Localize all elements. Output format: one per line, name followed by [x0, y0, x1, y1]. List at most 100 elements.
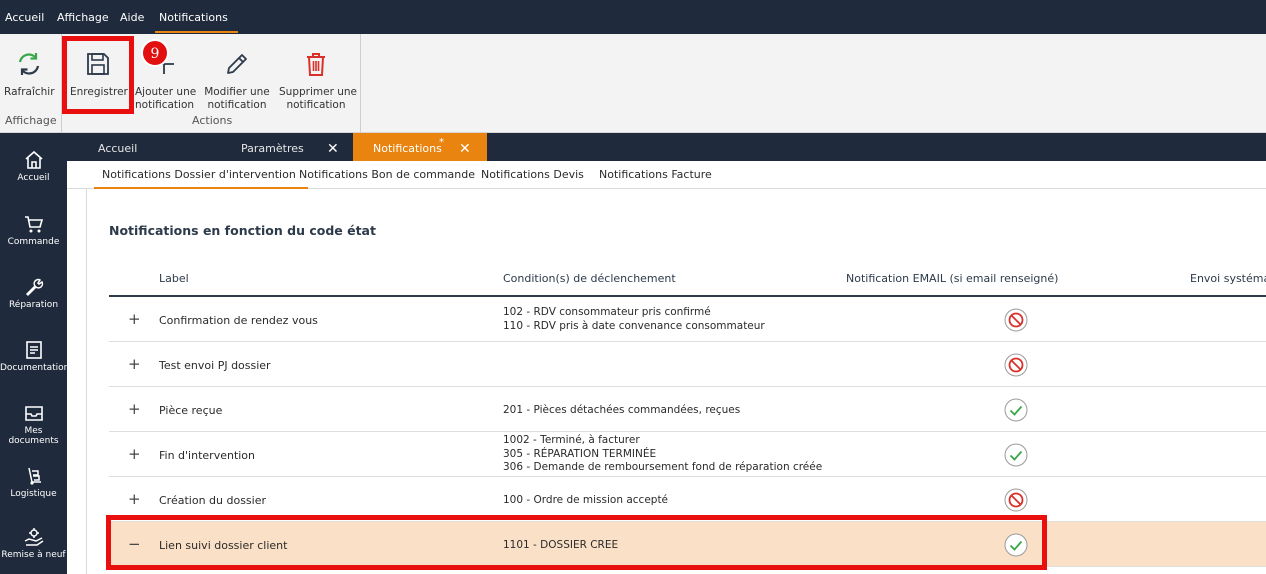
sidebar-label: Mes documents: [8, 426, 59, 446]
cart-icon: [24, 216, 43, 233]
row-conditions: 102 - RDV consommateur pris confirmé 110…: [503, 306, 765, 333]
home-icon: [24, 150, 43, 169]
section-title: Notifications en fonction du code état: [109, 223, 376, 238]
tab-label: Notifications: [373, 142, 442, 155]
condition-item: 306 - Demande de remboursement fond de r…: [503, 461, 823, 473]
email-enabled-icon[interactable]: [1004, 443, 1028, 467]
sidebar-item-accueil[interactable]: Accueil: [0, 149, 67, 183]
expand-icon[interactable]: +: [128, 402, 141, 417]
row-label: Confirmation de rendez vous: [159, 314, 318, 327]
document-tab-strip: Accueil Paramètres ✕ Notifications * ✕: [67, 133, 1266, 161]
pencil-icon: [227, 54, 247, 74]
hand-gear-icon: [24, 528, 43, 546]
sidebar-label: Accueil: [17, 173, 50, 183]
menu-aide[interactable]: Aide: [120, 0, 144, 34]
hand-truck-icon: [27, 467, 41, 485]
table-row[interactable]: + Fin d'intervention 1002 - Terminé, à f…: [109, 432, 1266, 477]
subtab-devis[interactable]: Notifications Devis: [481, 168, 584, 181]
ribbon-group-separator: [360, 34, 361, 133]
table-row-selected[interactable]: − Lien suivi dossier client 1101 - DOSSI…: [109, 522, 1266, 567]
table-row[interactable]: + Test envoi PJ dossier: [109, 342, 1266, 387]
expand-icon[interactable]: +: [128, 357, 141, 372]
column-header-email[interactable]: Notification EMAIL (si email renseigné): [846, 272, 1058, 285]
expand-icon[interactable]: +: [128, 492, 141, 507]
add-label-line2: notification: [135, 99, 195, 111]
condition-item: 100 - Ordre de mission accepté: [503, 494, 669, 506]
tab-parametres[interactable]: Paramètres ✕: [207, 133, 353, 161]
email-disabled-icon[interactable]: [1004, 308, 1028, 332]
column-header-label[interactable]: Label: [159, 272, 189, 285]
sidebar-item-documentation[interactable]: Documentation: [0, 339, 70, 373]
top-menu-bar: Accueil Affichage Aide Notifications: [0, 0, 1266, 34]
expand-icon[interactable]: +: [128, 312, 141, 327]
condition-item: 201 - Pièces détachées commandées, reçue…: [503, 404, 741, 416]
column-header-envoi[interactable]: Envoi systémati: [1190, 272, 1266, 285]
delete-notification-button[interactable]: Supprimer une notification: [279, 42, 357, 112]
add-label-line1: Ajouter une: [135, 86, 197, 98]
sidebar-item-logistique[interactable]: Logistique: [0, 465, 67, 499]
sidebar-item-remise-a-neuf[interactable]: Remise à neuf: [0, 526, 67, 560]
sidebar-item-commande[interactable]: Commande: [0, 213, 67, 247]
email-disabled-icon[interactable]: [1004, 353, 1028, 377]
sidebar-label: Logistique: [10, 489, 57, 499]
tab-accueil[interactable]: Accueil: [67, 133, 207, 161]
menu-accueil[interactable]: Accueil: [5, 0, 44, 34]
tab-label: Accueil: [98, 142, 138, 155]
row-conditions: 1002 - Terminé, à facturer 305 - RÉPARAT…: [503, 434, 822, 475]
condition-item: 110 - RDV pris à date convenance consomm…: [503, 319, 765, 332]
email-enabled-icon[interactable]: [1004, 398, 1028, 422]
step-badge: 9: [141, 39, 169, 67]
row-conditions: 1101 - DOSSIER CREE: [503, 539, 618, 553]
row-label: Pièce reçue: [159, 404, 223, 417]
condition-item: 102 - RDV consommateur pris confirmé: [503, 306, 711, 318]
edit-label-line1: Modifier une: [204, 86, 270, 98]
ribbon-toolbar: Rafraîchir Enregistrer Ajouter une notif…: [0, 34, 1266, 133]
tab-notifications[interactable]: Notifications * ✕: [353, 133, 487, 161]
delete-label-line1: Supprimer une: [279, 86, 357, 98]
wrench-icon: [25, 278, 43, 297]
sidebar-item-reparation[interactable]: Réparation: [0, 276, 67, 310]
condition-item: 1002 - Terminé, à facturer: [503, 434, 640, 446]
collapse-icon[interactable]: −: [128, 537, 141, 552]
column-header-conditions[interactable]: Condition(s) de déclenchement: [503, 272, 676, 285]
sidebar-label: Documentation: [0, 363, 70, 373]
email-disabled-icon[interactable]: [1004, 488, 1028, 512]
refresh-icon: [18, 53, 40, 75]
trash-icon: [307, 53, 325, 76]
sidebar-label: Remise à neuf: [1, 550, 66, 560]
group-label-affichage: Affichage: [5, 114, 57, 127]
edit-notification-button[interactable]: Modifier une notification: [204, 42, 270, 112]
row-conditions: 100 - Ordre de mission accepté: [503, 494, 668, 508]
row-label: Fin d'intervention: [159, 449, 256, 462]
condition-item: 1101 - DOSSIER CREE: [503, 539, 619, 551]
condition-item: 305 - RÉPARATION TERMINÉE: [503, 447, 657, 460]
group-label-actions: Actions: [192, 114, 233, 127]
table-row[interactable]: + Pièce reçue 201 - Pièces détachées com…: [109, 387, 1266, 432]
expand-icon[interactable]: +: [128, 447, 141, 462]
subtab-bon-de-commande[interactable]: Notifications Bon de commande: [299, 168, 475, 181]
menu-affichage[interactable]: Affichage: [57, 0, 109, 34]
menu-notifications[interactable]: Notifications: [155, 0, 238, 34]
notification-type-tabs: Notifications Dossier d'intervention Not…: [67, 161, 1266, 189]
save-highlight-box: [62, 36, 134, 114]
table-row[interactable]: + Création du dossier 100 - Ordre de mis…: [109, 477, 1266, 522]
panel-border: [86, 189, 87, 574]
row-label: Création du dossier: [159, 494, 267, 507]
delete-label-line2: notification: [286, 99, 346, 111]
refresh-button[interactable]: Rafraîchir: [4, 42, 55, 99]
inbox-icon: [24, 406, 43, 421]
subtab-facture[interactable]: Notifications Facture: [599, 168, 712, 181]
table-row[interactable]: + Confirmation de rendez vous 102 - RDV …: [109, 297, 1266, 342]
document-icon: [25, 341, 42, 359]
tab-label: Paramètres: [241, 142, 304, 155]
modified-indicator: *: [439, 137, 444, 148]
edit-label-line2: notification: [207, 99, 267, 111]
subtab-dossier-intervention[interactable]: Notifications Dossier d'intervention: [94, 168, 308, 189]
left-sidebar: Accueil Commande Réparation Documentatio…: [0, 133, 70, 574]
row-label: Lien suivi dossier client: [159, 539, 288, 552]
email-enabled-icon[interactable]: [1004, 533, 1028, 557]
row-conditions: 201 - Pièces détachées commandées, reçue…: [503, 404, 740, 418]
sidebar-item-mes-documents[interactable]: Mes documents: [0, 402, 67, 446]
refresh-label: Rafraîchir: [4, 86, 55, 98]
sidebar-label: Réparation: [8, 300, 59, 310]
